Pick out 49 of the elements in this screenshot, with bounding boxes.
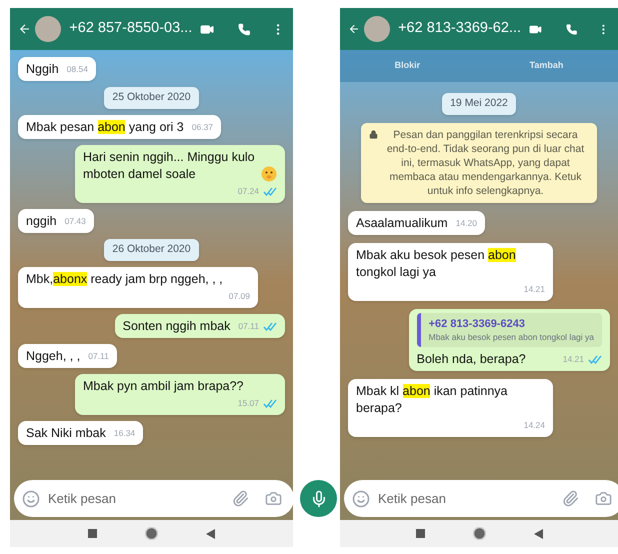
message-time: 07.43 — [64, 214, 86, 228]
message-field[interactable]: Ketik pesan — [14, 480, 294, 517]
mic-button[interactable] — [300, 480, 337, 517]
message-text: Mbak pesan abon yang ori 3 — [26, 118, 184, 136]
lock-icon — [369, 130, 378, 139]
message-time: 16.34 — [114, 426, 136, 440]
encryption-notice[interactable]: Pesan dan panggilan terenkripsi secara end-to-end. Tidak seorang pun di luar chat ini, termasuk WhatsApp, yang dapat membaca atau mendengarkannya. Ketuk untuk info selengkapnya. — [361, 122, 597, 203]
message-time: 07.09 — [228, 290, 250, 302]
message-text: Sonten nggih mbak — [122, 318, 230, 334]
phone-icon[interactable] — [238, 22, 251, 36]
message-time: 14.21 — [524, 282, 545, 296]
message-time: 14.21 — [562, 352, 584, 366]
message-text: Nggeh, , , — [26, 348, 80, 364]
phone-icon[interactable] — [566, 22, 578, 36]
action-button[interactable]: Tambah — [521, 59, 572, 73]
date-label: 26 Oktober 2020 — [104, 238, 199, 260]
date-label: 25 Oktober 2020 — [104, 87, 199, 109]
message-time: 07.24 — [238, 184, 259, 198]
contact-name[interactable]: +62 813-3369-62... — [398, 18, 522, 40]
quote-text: Mbak aku besok pesen abon tongkol lagi ya — [428, 330, 594, 343]
message-text: nggih — [26, 212, 57, 230]
back-triangle-icon[interactable] — [534, 528, 542, 538]
message-text: Asaalamualikum — [356, 214, 448, 232]
date-label: 19 Mei 2022 — [442, 93, 516, 115]
message-text: Sak Niki mbak — [26, 424, 106, 442]
message-time: 07.11 — [238, 320, 259, 332]
message-time: 07.11 — [88, 350, 109, 362]
message-time: 15.07 — [238, 396, 259, 410]
message-text: Hari senin nggih... Minggu kulo mboten damel soale — [83, 148, 256, 183]
square-icon[interactable] — [416, 529, 424, 538]
message-field[interactable]: Ketik pesan — [344, 480, 618, 517]
action-button[interactable]: Blokir — [386, 59, 428, 73]
message-time: 06.37 — [192, 120, 214, 134]
quote-author: +62 813-3369-6243 — [428, 316, 526, 331]
message-text: Mbk,abonx ready jam brp nggeh, , , — [26, 270, 223, 288]
message-time: 14.20 — [456, 216, 477, 230]
quoted-message[interactable]: +62 813-3369-6243 Mbak aku besok pesen abon tongkol lagi ya — [416, 312, 602, 347]
contact-name[interactable]: +62 857-8550-03... — [69, 18, 192, 40]
message-input[interactable]: Ketik pesan — [48, 488, 224, 508]
message-input[interactable]: Ketik pesan — [378, 488, 554, 508]
message-text: Boleh nda, berapa? — [416, 350, 526, 368]
message-text: Nggih — [26, 61, 59, 78]
message-text: Mbak pyn ambil jam brapa?? — [83, 378, 244, 394]
message-text: Mbak aku besok pesen abon tongkol lagi ya — [356, 246, 517, 281]
back-triangle-icon[interactable] — [206, 528, 215, 538]
notice-text: Pesan dan panggilan terenkripsi secara end-to-end. Tidak seorang pun di luar chat ini, termasuk WhatsApp, yang dapat membaca atau mendengarkannya. Ketuk untuk info selengkapnya. — [386, 128, 586, 198]
message-text: Mbak kl abon ikan patinnya berapa? — [356, 382, 508, 417]
message-time: 08.54 — [66, 63, 88, 76]
message-time: 14.24 — [524, 418, 545, 432]
